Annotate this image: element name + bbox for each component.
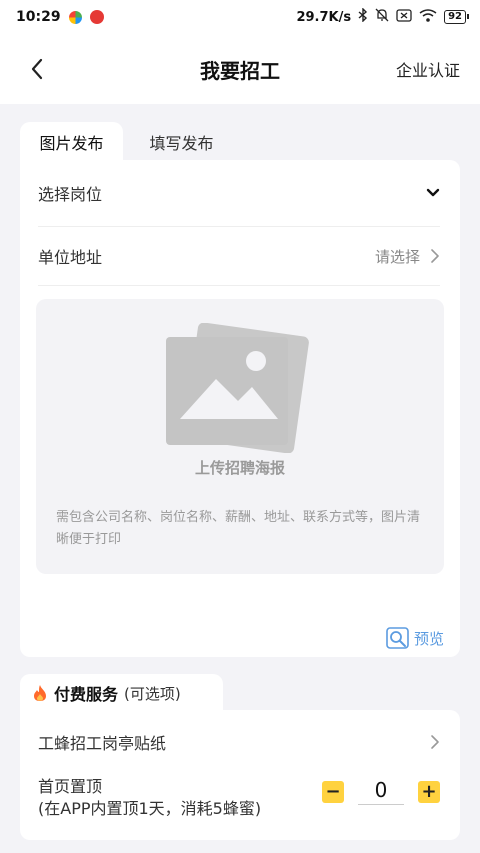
paid-service-title: 付费服务 bbox=[54, 685, 119, 704]
top-pin-label: 首页置顶 bbox=[38, 777, 103, 796]
sticker-label: 工蜂招工岗亭贴纸 bbox=[38, 734, 167, 753]
image-placeholder-icon bbox=[166, 323, 309, 453]
company-address-row[interactable]: 单位地址 请选择 bbox=[38, 225, 440, 287]
top-pin-desc: (在APP内置顶1天，消耗5蜂蜜) bbox=[38, 799, 262, 818]
select-position-row[interactable]: 选择岗位 bbox=[38, 162, 440, 224]
tab-form-publish[interactable]: 填写发布 bbox=[130, 122, 233, 162]
upload-hint: 需包含公司名称、岗位名称、薪酬、地址、联系方式等，图片清晰便于打印 bbox=[56, 510, 421, 547]
paid-service-tab: 付费服务 (可选项) bbox=[20, 674, 223, 712]
wifi-icon bbox=[419, 8, 437, 26]
select-position-label: 选择岗位 bbox=[38, 185, 103, 204]
top-pin-info: 首页置顶 (在APP内置顶1天，消耗5蜂蜜) bbox=[38, 776, 261, 820]
sticker-row[interactable]: 工蜂招工岗亭贴纸 bbox=[38, 712, 440, 772]
mute-bell-icon bbox=[375, 8, 389, 26]
back-button[interactable] bbox=[22, 54, 52, 84]
decrement-button[interactable]: − bbox=[322, 780, 344, 803]
upload-poster-label: 上传招聘海报 bbox=[194, 459, 285, 477]
paid-service-card: 工蜂招工岗亭贴纸 首页置顶 (在APP内置顶1天，消耗5蜂蜜) − 0 + bbox=[20, 710, 460, 840]
status-bar: 10:29 29.7K/s 92 bbox=[0, 0, 480, 34]
chevron-left-icon bbox=[31, 58, 43, 80]
battery-icon: 92 bbox=[444, 10, 469, 24]
preview-button[interactable]: 预览 bbox=[386, 627, 444, 649]
top-days-stepper: − 0 + bbox=[322, 778, 440, 805]
page-title: 我要招工 bbox=[200, 58, 280, 83]
chevron-right-icon bbox=[431, 249, 439, 263]
upload-poster-area[interactable]: 上传招聘海报 需包含公司名称、岗位名称、薪酬、地址、联系方式等，图片清晰便于打印 bbox=[36, 299, 444, 574]
nav-bar: 我要招工 企业认证 bbox=[0, 34, 480, 104]
app-notification-icon-red bbox=[89, 10, 104, 24]
divider bbox=[38, 285, 440, 286]
publish-card: 选择岗位 单位地址 请选择 上传招聘海报 需包含公司名称、岗位名称、薪酬、地址、… bbox=[20, 160, 460, 657]
enterprise-certification-link[interactable]: 企业认证 bbox=[396, 57, 460, 81]
status-time: 10:29 bbox=[16, 9, 61, 25]
network-speed: 29.7K/s bbox=[296, 9, 352, 25]
app-notification-icon bbox=[68, 10, 82, 24]
increment-button[interactable]: + bbox=[418, 780, 440, 803]
fire-icon bbox=[34, 685, 46, 701]
chevron-right-icon bbox=[431, 735, 439, 749]
bluetooth-icon bbox=[358, 7, 368, 26]
preview-icon bbox=[386, 627, 409, 649]
status-right: 29.7K/s 92 bbox=[296, 7, 469, 26]
preview-label: 预览 bbox=[413, 629, 444, 648]
address-placeholder: 请选择 bbox=[374, 247, 420, 266]
chevron-down-icon bbox=[426, 188, 440, 197]
tab-image-publish[interactable]: 图片发布 bbox=[20, 122, 123, 162]
top-days-value[interactable]: 0 bbox=[358, 778, 404, 805]
company-address-label: 单位地址 bbox=[38, 248, 103, 267]
paid-service-subtitle: (可选项) bbox=[124, 684, 181, 703]
sim-x-icon bbox=[396, 8, 412, 26]
